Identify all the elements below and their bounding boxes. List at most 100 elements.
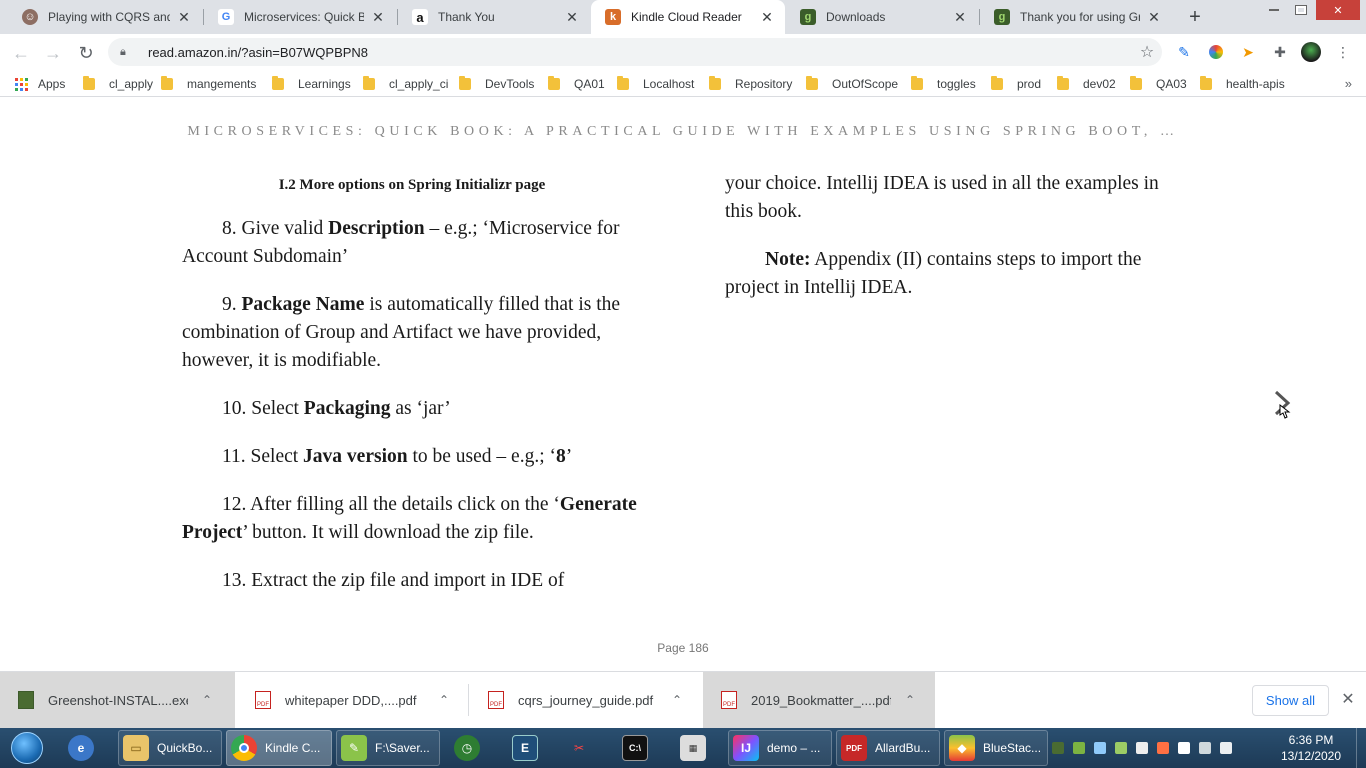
tab-cqrs[interactable]: ☺ Playing with CQRS and E ✕ [8,0,202,34]
url-text[interactable]: read.amazon.in/?asin=B07WQPBPN8 [148,45,1132,60]
page-number: Page 186 [657,641,709,655]
new-tab-button[interactable]: + [1181,4,1209,30]
address-bar[interactable]: 🔒︎ read.amazon.in/?asin=B07WQPBPN8 ☆ [108,38,1162,66]
bookmark-label: OutOfScope [832,77,899,91]
folder-icon [1057,76,1069,90]
shield-icon[interactable] [1094,742,1106,754]
paragraph-step-12: 12. After filling all the details click … [182,494,637,543]
folder-icon [911,76,923,90]
taskbar-item-explorer[interactable]: e [68,730,104,766]
section-heading: I.2 More options on Spring Initializr pa… [278,177,546,193]
arrow-extension-icon[interactable]: ➤ [1238,42,1258,62]
system-clock[interactable]: 6:36 PM 13/12/2020 [1276,732,1346,764]
tab-microservices[interactable]: G Microservices: Quick Boo ✕ [204,0,396,34]
tab-kindle[interactable]: k Kindle Cloud Reader ✕ [591,0,785,34]
flag-icon[interactable] [1178,742,1190,754]
folder-icon [991,76,1003,90]
bookmark-label: dev02 [1083,77,1116,91]
menu-kebab-icon[interactable]: ⋮ [1333,42,1353,62]
back-button[interactable]: ← [8,40,34,66]
bookmark-apps[interactable]: Apps [15,75,65,93]
taskbar-item-notepadpp[interactable]: ✎ F:\Saver... [336,730,440,766]
tab-greenshot[interactable]: g Thank you for using Gree ✕ [980,0,1172,34]
taskbar-item-folder[interactable]: ▭ QuickBo... [118,730,222,766]
avatar-icon: ☺ [22,9,38,25]
tab-thank-you[interactable]: a Thank You ✕ [398,0,590,34]
close-icon[interactable]: ✕ [759,9,775,26]
close-window-button[interactable]: ✕ [1316,0,1360,20]
bookmark-folder[interactable]: QA03 [1130,75,1187,93]
chevron-right-icon [1274,390,1291,419]
bookmark-folder[interactable]: health-apis [1200,75,1285,93]
taskbar-item-intellij[interactable]: IJ demo – ... [728,730,832,766]
bookmark-folder[interactable]: cl_apply [83,75,153,93]
kindle-reader-page: MICROSERVICES: QUICK BOOK: A PRACTICAL G… [0,97,1366,671]
extensions-puzzle-icon[interactable]: ✚ [1270,42,1290,62]
download-item[interactable]: Greenshot-INSTAL....exe ⌃ [0,672,235,728]
close-icon[interactable]: ✕ [1146,9,1162,26]
paragraph-continuation: your choice. Intellij IDEA is used in al… [725,173,1159,222]
bookmark-folder[interactable]: toggles [911,75,976,93]
bookmark-folder[interactable]: OutOfScope [806,75,898,93]
show-all-downloads-button[interactable]: Show all [1252,685,1329,716]
browser-toolbar: ← → ↻ 🔒︎ read.amazon.in/?asin=B07WQPBPN8… [0,34,1366,71]
bookmark-folder[interactable]: DevTools [459,75,534,93]
reload-button[interactable]: ↻ [73,40,99,66]
profile-avatar[interactable] [1301,42,1321,62]
download-item[interactable]: PDF whitepaper DDD,....pdf ⌃ [237,672,467,728]
bookmark-folder[interactable]: Learnings [272,75,351,93]
bluestacks-tray-icon[interactable] [1115,742,1127,754]
show-desktop-button[interactable] [1356,728,1366,768]
start-button[interactable] [4,729,50,767]
speaker-icon[interactable] [1220,742,1232,754]
bookmark-folder[interactable]: dev02 [1057,75,1116,93]
download-item[interactable]: PDF cqrs_journey_guide.pdf ⌃ [470,672,700,728]
bookmark-folder[interactable]: cl_apply_ci [363,75,448,93]
chevron-up-icon[interactable]: ⌃ [202,693,212,707]
volume-icon[interactable] [1157,742,1169,754]
next-page-button[interactable] [1270,389,1294,423]
bookmark-star-icon[interactable]: ☆ [1132,42,1162,62]
bookmark-folder[interactable]: Localhost [617,75,694,93]
paragraph-step-8: 8. Give valid Description – e.g.; ‘Micro… [182,218,620,267]
chevron-up-icon[interactable]: ⌃ [439,693,449,707]
bookmark-folder[interactable]: QA01 [548,75,605,93]
clock-app-icon: ◷ [454,735,480,761]
bluestacks-icon: ◆ [949,735,975,761]
taskbar-item-editor[interactable]: E [512,730,546,766]
tab-title: Kindle Cloud Reader [631,10,742,24]
close-icon[interactable]: ✕ [952,9,968,26]
bookmarks-overflow-chevron-icon[interactable]: » [1345,76,1352,91]
close-icon[interactable]: ✕ [370,9,386,26]
tray-app-icon[interactable] [1073,742,1085,754]
greenshot-tray-icon[interactable] [1052,742,1064,754]
clock-date: 13/12/2020 [1280,749,1342,763]
chevron-up-icon[interactable]: ⌃ [672,693,682,707]
bookmark-folder[interactable]: prod [991,75,1041,93]
close-shelf-icon[interactable]: ✕ [1338,689,1358,709]
close-icon[interactable]: ✕ [176,9,192,26]
color-wheel-extension-icon[interactable] [1206,42,1226,62]
eyedropper-extension-icon[interactable]: ✎ [1174,42,1194,62]
device-icon[interactable] [1136,742,1148,754]
taskbar-item-calc[interactable]: ▦ [680,730,714,766]
forward-button[interactable]: → [40,40,66,66]
greenshot-icon: g [994,9,1010,25]
minimize-button[interactable] [1262,0,1286,20]
taskbar-item-snipping[interactable]: ✂ [566,730,600,766]
maximize-button[interactable] [1289,0,1313,20]
taskbar-item-pdf[interactable]: PDF AllardBu... [836,730,940,766]
bookmark-folder[interactable]: Repository [709,75,792,93]
network-icon[interactable] [1199,742,1211,754]
taskbar-item-clock-app[interactable]: ◷ [454,730,488,766]
taskbar-item-bluestacks[interactable]: ◆ BlueStac... [944,730,1048,766]
download-item[interactable]: PDF 2019_Bookmatter_....pdf ⌃ [703,672,935,728]
tab-downloads[interactable]: g Downloads ✕ [786,0,978,34]
folder-icon [363,76,375,90]
taskbar-item-chrome[interactable]: Kindle C... [226,730,332,766]
close-icon[interactable]: ✕ [564,9,580,26]
chrome-icon [231,735,257,761]
chevron-up-icon[interactable]: ⌃ [905,693,915,707]
bookmark-folder[interactable]: mangements [161,75,256,93]
taskbar-item-cmd[interactable]: C:\ [622,730,656,766]
